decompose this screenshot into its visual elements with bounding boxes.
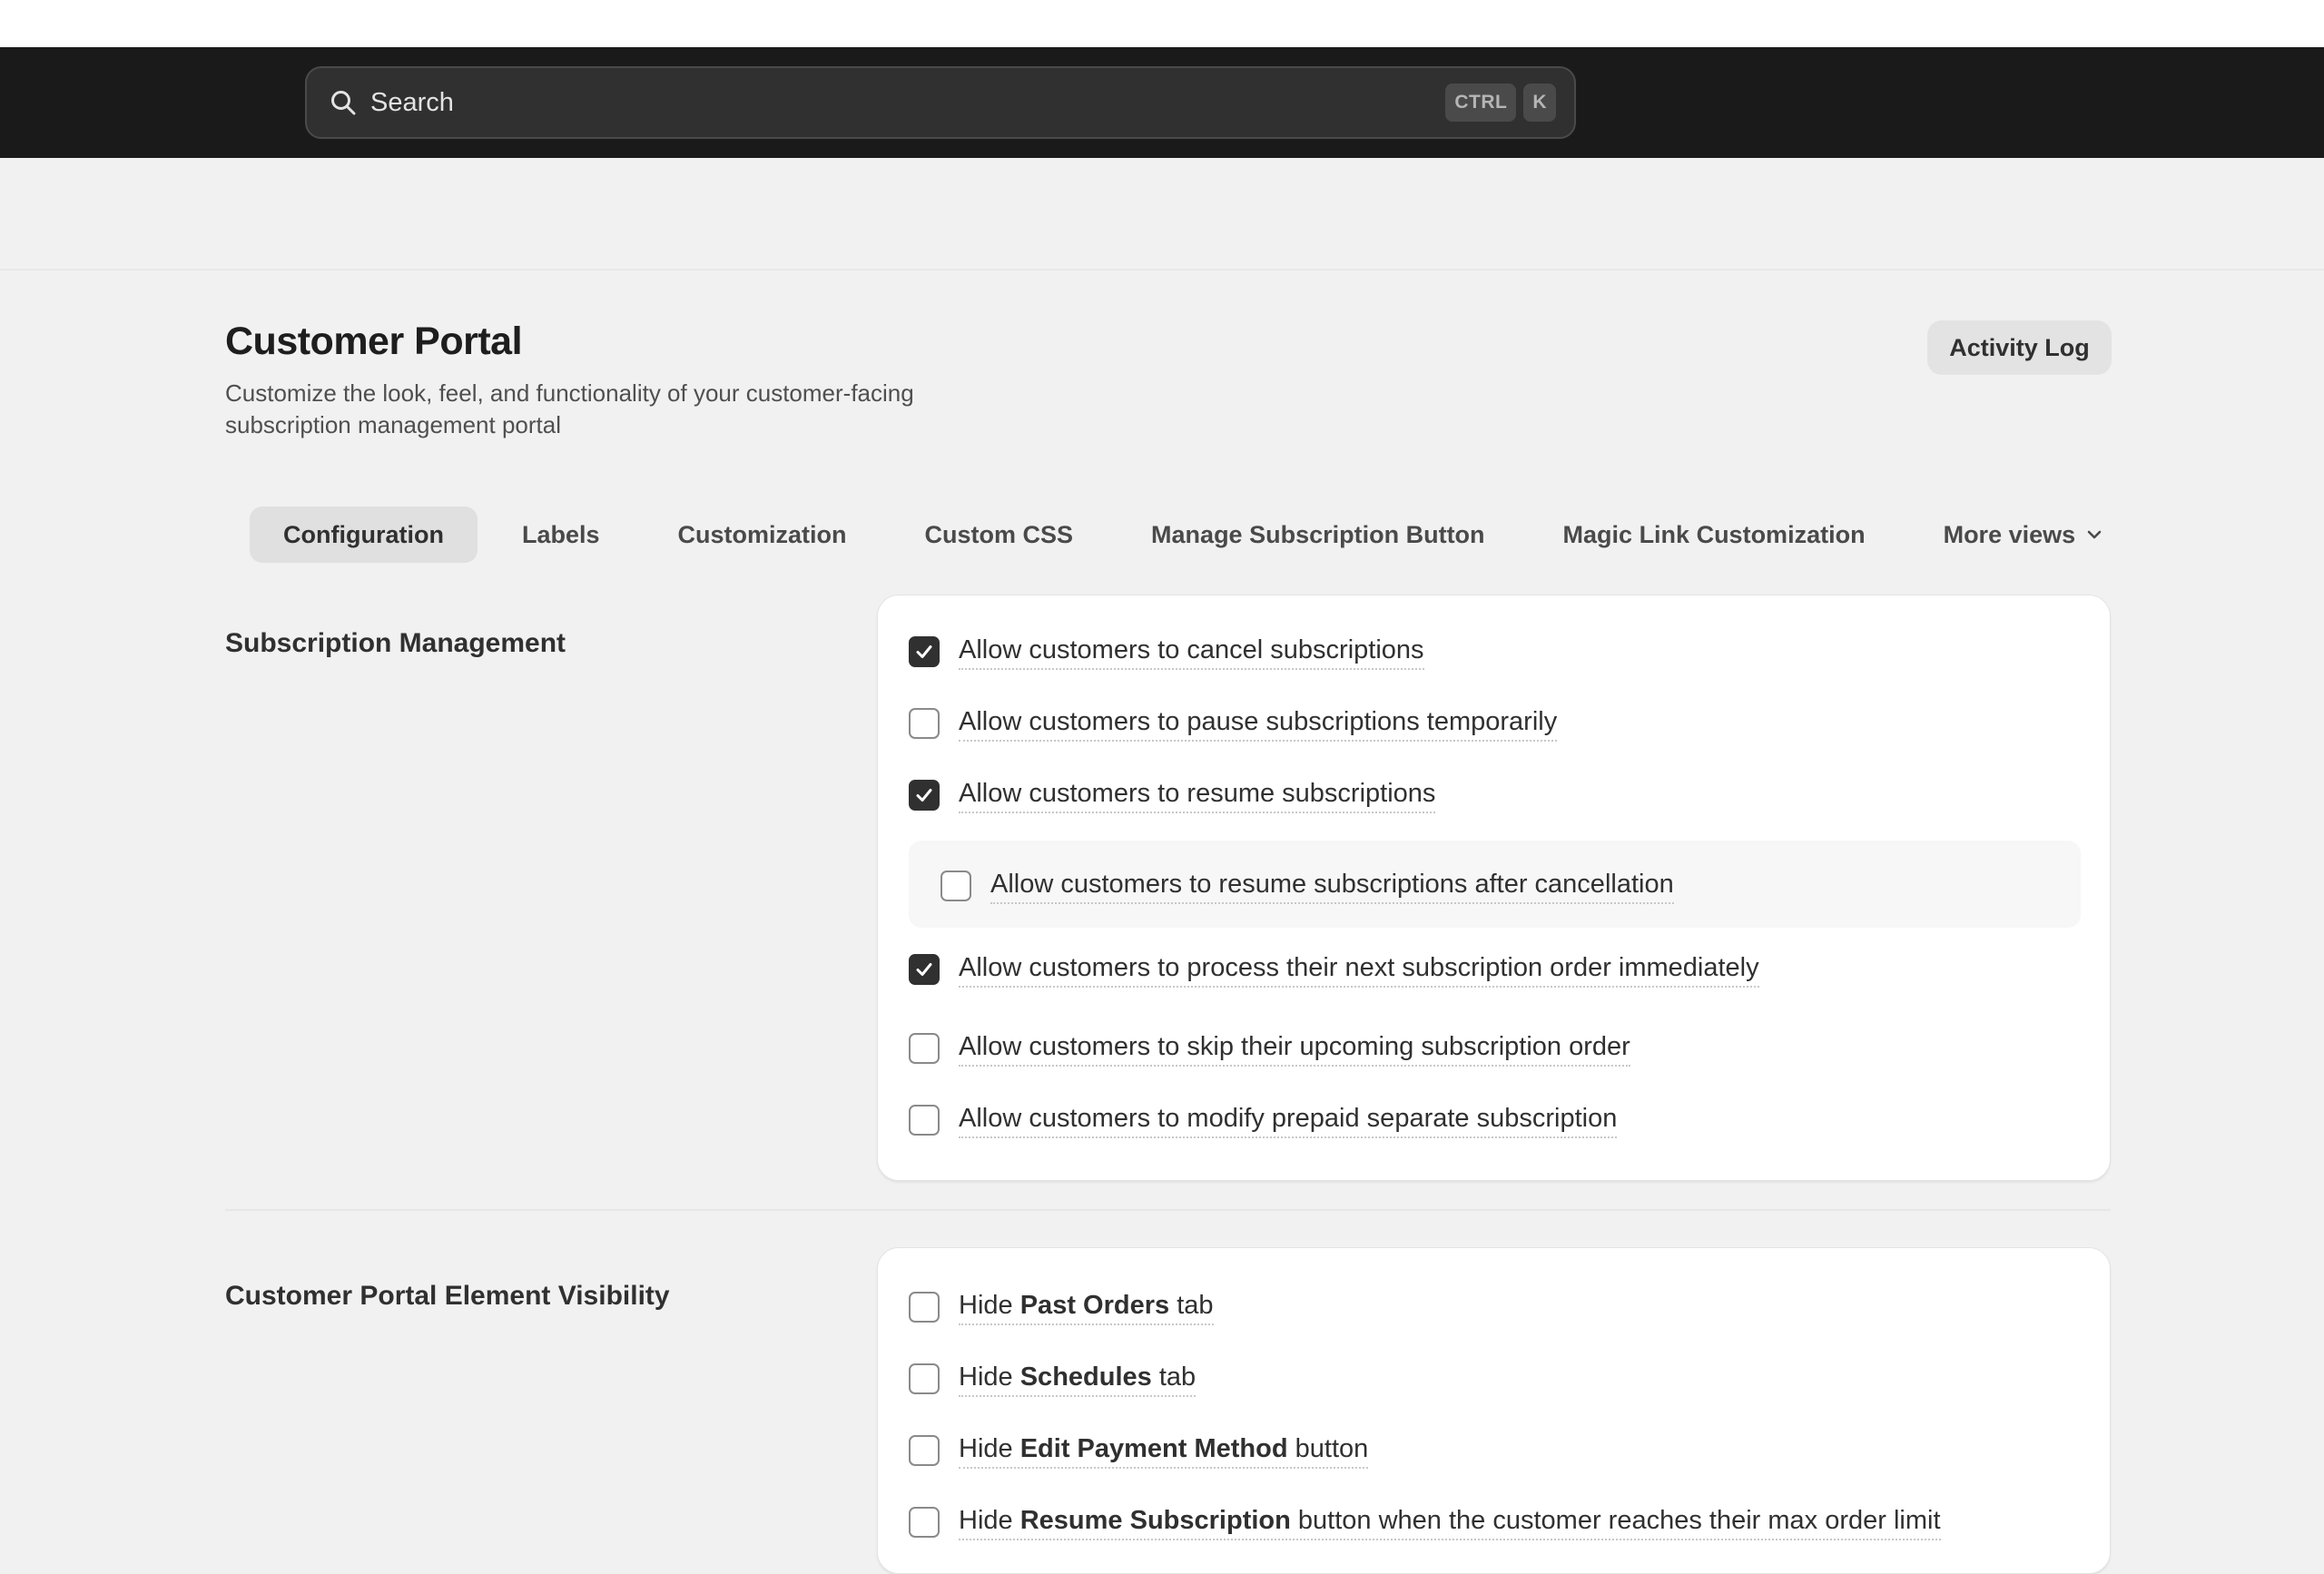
option-suffix: button	[1295, 1434, 1369, 1463]
element-visibility-heading: Customer Portal Element Visibility	[225, 1281, 670, 1311]
option-resume-subscriptions[interactable]: Allow customers to resume subscriptions	[909, 777, 1436, 813]
section-divider	[225, 1209, 2111, 1211]
tab-label: Labels	[521, 520, 600, 548]
activity-log-button[interactable]: Activity Log	[1927, 320, 2112, 375]
option-label: Allow customers to process their next su…	[959, 951, 1759, 988]
option-bold-text: Edit Payment Method	[1019, 1434, 1288, 1463]
option-hide-schedules[interactable]: Hide Schedules tab	[909, 1361, 1196, 1397]
shortcut-ctrl-key: CTRL	[1445, 84, 1517, 122]
option-prefix: Hide	[959, 1434, 1013, 1463]
option-bold-text: Schedules	[1019, 1362, 1152, 1392]
shortcut-k-key: K	[1523, 84, 1556, 122]
checkbox-unchecked[interactable]	[909, 708, 940, 739]
check-icon	[916, 963, 932, 976]
subscription-management-card: Allow customers to cancel subscriptions …	[877, 595, 2111, 1181]
option-pause-subscriptions[interactable]: Allow customers to pause subscriptions t…	[909, 705, 1558, 742]
option-prefix: Hide	[959, 1291, 1013, 1320]
tab-customization[interactable]: Customization	[645, 507, 881, 563]
option-label: Allow customers to resume subscriptions …	[990, 868, 1674, 904]
tab-more-views[interactable]: More views	[1910, 507, 2139, 563]
page-header-band	[0, 158, 2324, 271]
checkbox-unchecked[interactable]	[909, 1435, 940, 1466]
search-input[interactable]: Search CTRL K	[305, 66, 1576, 139]
page-title: Customer Portal	[225, 320, 523, 363]
option-resume-after-cancellation[interactable]: Allow customers to resume subscriptions …	[940, 868, 1674, 904]
search-icon	[327, 86, 359, 119]
option-cancel-subscriptions[interactable]: Allow customers to cancel subscriptions	[909, 634, 1424, 670]
tab-magic-link-customization[interactable]: Magic Link Customization	[1530, 507, 1899, 563]
checkbox-unchecked[interactable]	[909, 1033, 940, 1064]
option-label: Allow customers to pause subscriptions t…	[959, 705, 1558, 742]
option-modify-prepaid[interactable]: Allow customers to modify prepaid separa…	[909, 1102, 1618, 1138]
check-icon	[916, 645, 932, 658]
option-hide-past-orders[interactable]: Hide Past Orders tab	[909, 1289, 1214, 1325]
browser-top-strip	[0, 0, 2324, 47]
option-suffix: tab	[1158, 1362, 1196, 1392]
subscription-management-heading: Subscription Management	[225, 628, 566, 658]
check-icon	[916, 789, 932, 802]
tab-bar: Configuration Labels Customization Custo…	[250, 507, 2149, 563]
checkbox-checked[interactable]	[909, 636, 940, 667]
tab-label: Magic Link Customization	[1562, 520, 1866, 548]
option-bold-text: Past Orders	[1019, 1291, 1170, 1320]
option-label: Hide Past Orders tab	[959, 1289, 1214, 1325]
page-subtitle: Customize the look, feel, and functional…	[225, 379, 914, 438]
tab-manage-subscription-button[interactable]: Manage Subscription Button	[1118, 507, 1519, 563]
option-label: Allow customers to cancel subscriptions	[959, 634, 1424, 670]
checkbox-unchecked[interactable]	[909, 1292, 940, 1323]
option-bold-text: Resume Subscription	[1019, 1506, 1291, 1535]
tab-configuration[interactable]: Configuration	[250, 507, 478, 563]
option-hide-resume-subscription[interactable]: Hide Resume Subscription button when the…	[909, 1504, 1941, 1540]
tab-labels[interactable]: Labels	[488, 507, 634, 563]
option-label: Hide Edit Payment Method button	[959, 1432, 1369, 1469]
checkbox-checked[interactable]	[909, 954, 940, 985]
option-process-next-order[interactable]: Allow customers to process their next su…	[909, 951, 1759, 988]
checkbox-checked[interactable]	[909, 780, 940, 811]
option-prefix: Hide	[959, 1362, 1013, 1392]
top-bar: Search CTRL K	[0, 47, 2324, 158]
option-label: Hide Resume Subscription button when the…	[959, 1504, 1941, 1540]
nested-option-container: Allow customers to resume subscriptions …	[909, 841, 2081, 928]
option-label: Hide Schedules tab	[959, 1361, 1196, 1397]
option-label: Allow customers to resume subscriptions	[959, 777, 1436, 813]
checkbox-unchecked[interactable]	[909, 1105, 940, 1136]
tab-label: Customization	[677, 520, 847, 548]
option-suffix: button when the customer reaches their m…	[1297, 1506, 1941, 1535]
checkbox-unchecked[interactable]	[909, 1363, 940, 1394]
tab-custom-css[interactable]: Custom CSS	[891, 507, 1108, 563]
tab-label: Configuration	[283, 520, 444, 548]
checkbox-unchecked[interactable]	[909, 1507, 940, 1538]
option-prefix: Hide	[959, 1506, 1013, 1535]
option-skip-upcoming-order[interactable]: Allow customers to skip their upcoming s…	[909, 1030, 1630, 1067]
search-placeholder: Search	[370, 87, 454, 117]
chevron-down-icon	[2084, 525, 2104, 545]
element-visibility-card: Hide Past Orders tab Hide Schedules tab …	[877, 1247, 2111, 1574]
option-label: Allow customers to skip their upcoming s…	[959, 1030, 1630, 1067]
tab-label: Manage Subscription Button	[1151, 520, 1485, 548]
option-suffix: tab	[1177, 1291, 1214, 1320]
option-label: Allow customers to modify prepaid separa…	[959, 1102, 1618, 1138]
option-hide-edit-payment-method[interactable]: Hide Edit Payment Method button	[909, 1432, 1369, 1469]
tab-label: Custom CSS	[924, 520, 1074, 548]
checkbox-unchecked[interactable]	[940, 871, 971, 901]
tab-label: More views	[1943, 520, 2076, 548]
